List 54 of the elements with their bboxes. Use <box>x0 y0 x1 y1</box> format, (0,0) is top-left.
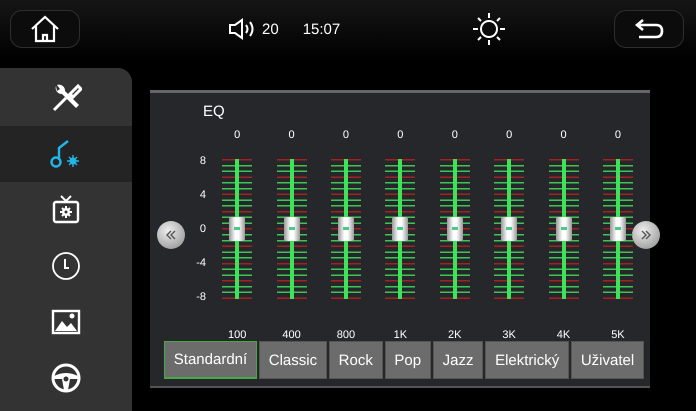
clock-time: 15:07 <box>302 20 340 38</box>
scale-label: 0 <box>198 223 206 235</box>
steering-wheel-icon <box>50 362 82 394</box>
frequency-label: 4K <box>556 329 570 343</box>
slider-thumb[interactable] <box>284 217 300 241</box>
preset-button[interactable]: Jazz <box>432 341 484 379</box>
scale-label: -4 <box>195 257 206 269</box>
slider-thumb[interactable] <box>610 217 626 241</box>
volume-level: 20 <box>262 20 279 38</box>
slider-thumb[interactable] <box>556 217 572 241</box>
preset-button[interactable]: Standardní <box>164 341 257 379</box>
home-button[interactable] <box>10 10 80 48</box>
preset-button[interactable]: Rock <box>328 341 383 379</box>
band-value: 0 <box>560 129 567 143</box>
slider-thumb[interactable] <box>338 217 354 241</box>
preset-button[interactable]: Elektrický <box>485 341 570 379</box>
back-icon <box>634 18 664 40</box>
previous-button[interactable] <box>157 221 185 249</box>
slider-thumb[interactable] <box>229 217 246 241</box>
next-button[interactable] <box>632 221 660 249</box>
slider-thumb[interactable] <box>501 217 518 241</box>
band-value: 0 <box>452 129 458 143</box>
preset-button[interactable]: Uživatel <box>571 341 644 379</box>
band-value: 0 <box>342 129 350 143</box>
band-value: 0 <box>288 129 295 143</box>
band-value: 0 <box>234 129 240 143</box>
band-value: 0 <box>506 129 512 143</box>
frequency-label: 3K <box>502 329 516 343</box>
slider-thumb[interactable] <box>392 217 408 241</box>
slider-thumb[interactable] <box>446 217 463 241</box>
scale-label: 8 <box>198 155 206 167</box>
double-left-icon <box>165 230 177 240</box>
preset-button[interactable]: Pop <box>384 341 431 379</box>
eq-title: EQ <box>203 103 225 120</box>
scale-label: 4 <box>198 189 206 201</box>
frequency-label: 100 <box>228 329 246 343</box>
band-value: 0 <box>397 129 404 143</box>
scale-label: -8 <box>195 291 206 303</box>
frequency-label: 400 <box>282 329 301 343</box>
tools-icon <box>50 82 82 114</box>
preset-button[interactable]: Classic <box>258 341 327 379</box>
tv-settings-icon <box>50 194 82 226</box>
back-button[interactable] <box>614 10 684 48</box>
music-settings-icon <box>50 138 82 170</box>
frequency-label: 5K <box>611 329 625 343</box>
sidebar-item[interactable] <box>0 126 132 182</box>
brightness-icon[interactable] <box>472 12 506 46</box>
frequency-label: 2K <box>448 329 462 343</box>
frequency-label: 1K <box>394 329 408 343</box>
double-right-icon <box>640 230 652 240</box>
home-icon <box>29 14 61 44</box>
clock-icon <box>50 250 82 282</box>
frequency-label: 800 <box>336 329 356 343</box>
band-value: 0 <box>614 129 621 143</box>
